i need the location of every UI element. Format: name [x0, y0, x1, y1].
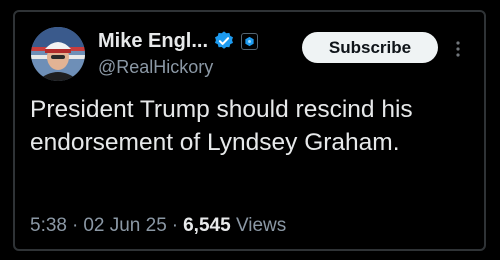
tweet-text: President Trump should rescind his endor… [30, 96, 413, 156]
author-name-row: Mike Engl... [98, 29, 259, 53]
author-handle[interactable]: @RealHickory [98, 56, 213, 78]
meta-separator: · [71, 215, 79, 236]
tweet-metadata: 5:38 · 02 Jun 25 · 6,545 Views [30, 213, 286, 239]
meta-separator: · [171, 215, 179, 236]
avatar-image [31, 27, 85, 81]
verified-badge-icon [215, 31, 234, 49]
views-label: Views [235, 215, 287, 236]
screenshot-frame: Mike Engl... @RealHickory Subscribe Pres… [0, 0, 500, 260]
subscribe-button[interactable]: Subscribe [302, 32, 438, 63]
tweet-time[interactable]: 5:38 [30, 215, 67, 236]
affiliate-badge-icon[interactable] [241, 32, 259, 50]
affiliate-logo-icon [245, 36, 254, 46]
more-options-icon[interactable] [452, 38, 464, 60]
author-display-name[interactable]: Mike Engl... [98, 30, 208, 52]
avatar[interactable] [31, 27, 85, 81]
tweet-date[interactable]: 02 Jun 25 [83, 215, 166, 236]
views-count: 6,545 [183, 215, 231, 236]
